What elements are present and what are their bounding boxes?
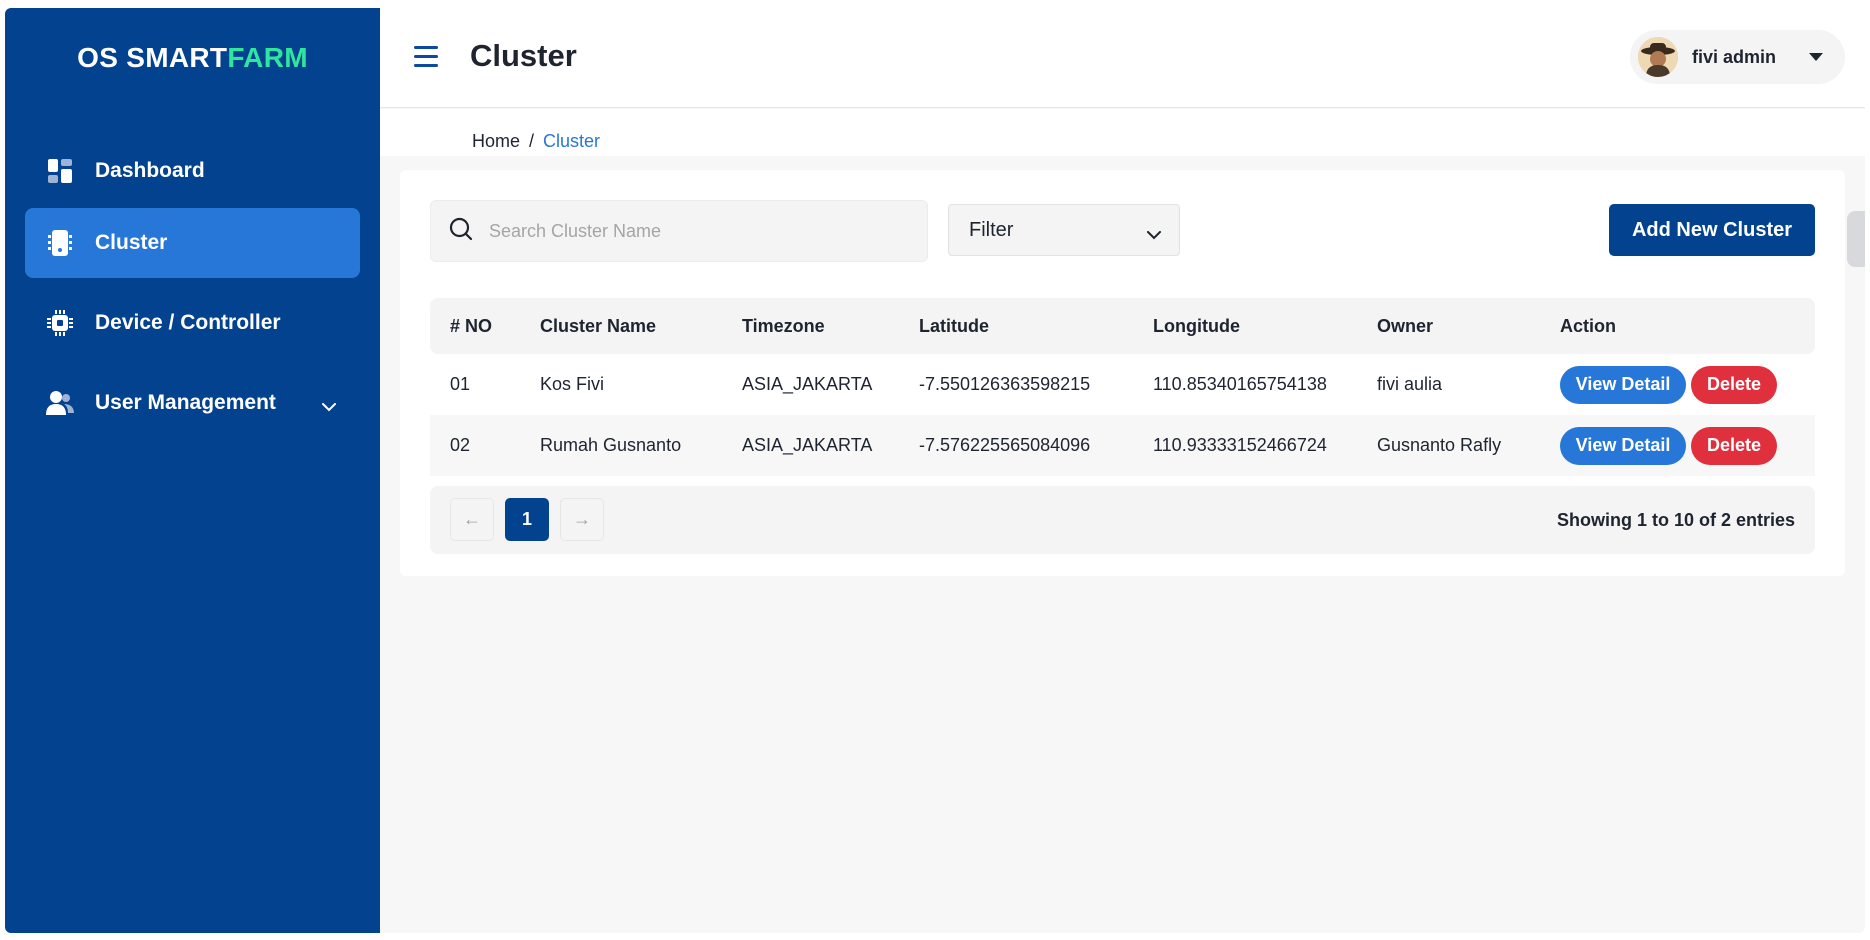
prev-page-button[interactable]: ← bbox=[450, 498, 494, 541]
breadcrumb-separator: / bbox=[529, 131, 535, 151]
column-header-longitude: Longitude bbox=[1153, 315, 1240, 336]
cell-cluster-name: Kos Fivi bbox=[540, 374, 605, 394]
column-header-timezone: Timezone bbox=[742, 315, 825, 336]
cell-actions: View Detail Delete bbox=[1540, 426, 1815, 465]
pagination: ← 1 → Showing 1 to 10 of 2 entries bbox=[430, 486, 1815, 554]
column-header-owner: Owner bbox=[1377, 315, 1434, 336]
breadcrumb-home[interactable]: Home bbox=[472, 131, 520, 151]
topbar: Cluster fivi admin bbox=[380, 8, 1865, 108]
search-input[interactable] bbox=[489, 220, 909, 242]
cluster-icon bbox=[45, 228, 75, 258]
chevron-down-icon bbox=[1147, 223, 1161, 246]
logo-text-accent: FARM bbox=[227, 42, 308, 73]
add-new-cluster-button[interactable]: Add New Cluster bbox=[1609, 204, 1815, 256]
filter-select[interactable]: Filter bbox=[948, 204, 1180, 256]
view-detail-button[interactable]: View Detail bbox=[1560, 426, 1686, 465]
dashboard-icon bbox=[45, 156, 75, 186]
cell-no: 02 bbox=[450, 435, 471, 455]
table-row: 01 Kos Fivi ASIA_JAKARTA -7.550126363598… bbox=[430, 354, 1815, 415]
sidebar-item-label: Dashboard bbox=[95, 159, 205, 182]
menu-toggle-icon[interactable] bbox=[414, 46, 438, 68]
cell-timezone: ASIA_JAKARTA bbox=[742, 435, 873, 455]
app-window: OS SMARTFARM Dashboard Cluster Device / … bbox=[5, 8, 1865, 933]
cell-cluster-name: Rumah Gusnanto bbox=[540, 435, 682, 455]
cell-longitude: 110.85340165754138 bbox=[1153, 374, 1327, 394]
breadcrumb-bar: Home / Cluster bbox=[380, 109, 1865, 156]
logo-text-prefix: OS SMART bbox=[77, 42, 228, 73]
search-box[interactable] bbox=[430, 200, 928, 262]
search-icon bbox=[449, 217, 473, 246]
view-detail-button[interactable]: View Detail bbox=[1560, 365, 1686, 404]
sidebar-item-label: Cluster bbox=[95, 231, 168, 254]
user-name: fivi admin bbox=[1692, 46, 1777, 67]
column-header-action: Action bbox=[1560, 315, 1616, 336]
cell-owner: fivi aulia bbox=[1377, 374, 1443, 394]
delete-button[interactable]: Delete bbox=[1691, 426, 1777, 465]
cluster-card: Filter Add New Cluster # NO Cluster Name… bbox=[400, 170, 1845, 576]
users-icon bbox=[45, 388, 75, 418]
cell-longitude: 110.93333152466724 bbox=[1153, 435, 1327, 455]
cluster-table: # NO Cluster Name Timezone Latitude Long… bbox=[430, 298, 1815, 476]
sidebar-item-dashboard[interactable]: Dashboard bbox=[25, 136, 360, 206]
column-header-cluster-name: Cluster Name bbox=[540, 315, 657, 336]
caret-down-icon[interactable] bbox=[1809, 53, 1823, 61]
sidebar-item-cluster[interactable]: Cluster bbox=[25, 208, 360, 278]
sidebar-item-label: Device / Controller bbox=[95, 311, 281, 334]
sidebar-item-label: User Management bbox=[95, 391, 276, 414]
page-button-current[interactable]: 1 bbox=[505, 498, 549, 541]
table-row: 02 Rumah Gusnanto ASIA_JAKARTA -7.576225… bbox=[430, 415, 1815, 476]
breadcrumb-current: Cluster bbox=[543, 131, 601, 151]
sidebar-item-device-controller[interactable]: Device / Controller bbox=[25, 288, 360, 358]
cell-timezone: ASIA_JAKARTA bbox=[742, 374, 873, 394]
side-panel-handle[interactable] bbox=[1847, 211, 1865, 267]
cell-owner: Gusnanto Rafly bbox=[1377, 435, 1502, 455]
sidebar: OS SMARTFARM Dashboard Cluster Device / … bbox=[5, 8, 380, 933]
chip-icon bbox=[45, 308, 75, 338]
app-logo[interactable]: OS SMARTFARM bbox=[5, 42, 380, 74]
user-menu[interactable]: fivi admin bbox=[1630, 30, 1845, 84]
sidebar-item-user-management[interactable]: User Management bbox=[25, 368, 360, 438]
column-header-no: # NO bbox=[450, 315, 493, 336]
filter-label: Filter bbox=[969, 218, 1014, 241]
cell-no: 01 bbox=[450, 374, 471, 394]
cell-latitude: -7.576225565084096 bbox=[919, 435, 1091, 455]
chevron-down-icon[interactable] bbox=[322, 394, 336, 418]
pagination-summary: Showing 1 to 10 of 2 entries bbox=[1556, 510, 1795, 530]
cell-latitude: -7.550126363598215 bbox=[919, 374, 1091, 394]
table-header: # NO Cluster Name Timezone Latitude Long… bbox=[430, 298, 1815, 354]
delete-button[interactable]: Delete bbox=[1691, 365, 1777, 404]
breadcrumb: Home / Cluster bbox=[472, 131, 600, 152]
cell-actions: View Detail Delete bbox=[1540, 365, 1815, 404]
next-page-button[interactable]: → bbox=[560, 498, 604, 541]
column-header-latitude: Latitude bbox=[919, 315, 989, 336]
avatar bbox=[1638, 37, 1678, 77]
page-title: Cluster bbox=[470, 38, 577, 73]
